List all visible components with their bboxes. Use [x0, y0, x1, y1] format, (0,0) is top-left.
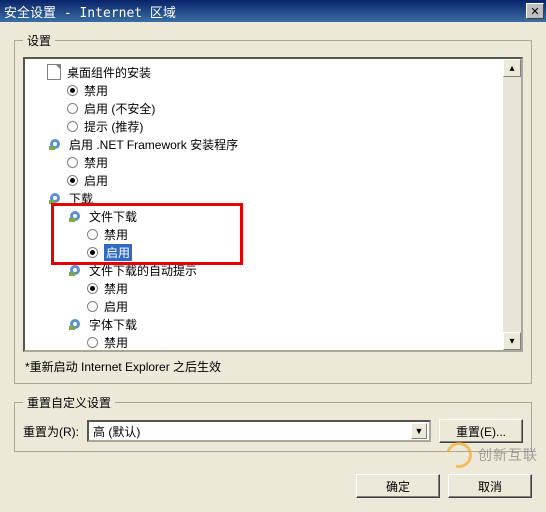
group-file-download: 文件下载: [27, 207, 501, 225]
radio-fd-disable[interactable]: 禁用: [27, 225, 501, 243]
reset-select[interactable]: 高 (默认) ▼: [87, 420, 431, 442]
gear-icon: [67, 208, 83, 224]
group-font-download: 字体下载: [27, 315, 501, 333]
group-desktop-install: 桌面组件的安装: [27, 63, 501, 81]
label-font-download: 字体下载: [89, 316, 137, 333]
label-net-framework: 启用 .NET Framework 安装程序: [69, 136, 238, 153]
title-bar: 安全设置 - Internet 区域 ✕: [0, 0, 546, 22]
reset-button[interactable]: 重置(E)...: [439, 419, 523, 443]
label-auto-prompt: 文件下载的自动提示: [89, 262, 197, 279]
radio-font-disable[interactable]: 禁用: [27, 333, 501, 350]
label-file-download: 文件下载: [89, 208, 137, 225]
radio-label: 禁用: [104, 280, 128, 297]
radio-icon: [87, 283, 98, 294]
scroll-down-button[interactable]: ▾: [503, 332, 521, 350]
close-button[interactable]: ✕: [526, 3, 544, 19]
gear-icon: [47, 190, 63, 206]
restart-note: *重新启动 Internet Explorer 之后生效: [23, 358, 523, 375]
radio-label: 禁用: [84, 82, 108, 99]
tree-content: 桌面组件的安装 禁用 启用 (不安全) 提示 (推荐): [25, 59, 503, 350]
scroll-up-button[interactable]: ▴: [503, 59, 521, 77]
gear-icon: [67, 262, 83, 278]
settings-legend: 设置: [23, 32, 55, 49]
reset-legend: 重置自定义设置: [23, 394, 115, 411]
radio-fd-enable[interactable]: 启用: [27, 243, 501, 261]
cancel-button[interactable]: 取消: [448, 474, 532, 498]
reset-select-value: 高 (默认): [93, 423, 411, 440]
reset-label: 重置为(R):: [23, 423, 79, 440]
radio-prompt[interactable]: 提示 (推荐): [27, 117, 501, 135]
page-icon: [47, 64, 61, 80]
ok-button[interactable]: 确定: [356, 474, 440, 498]
label-desktop-install: 桌面组件的安装: [67, 64, 151, 81]
radio-icon: [87, 337, 98, 348]
radio-icon: [87, 247, 98, 258]
settings-tree[interactable]: 桌面组件的安装 禁用 启用 (不安全) 提示 (推荐): [23, 57, 523, 352]
radio-icon: [67, 157, 78, 168]
radio-label-selected: 启用: [104, 244, 132, 261]
radio-label: 启用 (不安全): [84, 100, 155, 117]
group-net-framework: 启用 .NET Framework 安装程序: [27, 135, 501, 153]
radio-nf-enable[interactable]: 启用: [27, 171, 501, 189]
radio-icon: [87, 229, 98, 240]
window-title: 安全设置 - Internet 区域: [4, 2, 526, 21]
radio-icon: [67, 85, 78, 96]
group-auto-prompt: 文件下载的自动提示: [27, 261, 501, 279]
label-downloads: 下载: [69, 190, 93, 207]
radio-ap-disable[interactable]: 禁用: [27, 279, 501, 297]
radio-nf-disable[interactable]: 禁用: [27, 153, 501, 171]
gear-icon: [67, 316, 83, 332]
radio-label: 启用: [104, 298, 128, 315]
radio-label: 禁用: [104, 334, 128, 351]
radio-enable-unsafe[interactable]: 启用 (不安全): [27, 99, 501, 117]
radio-label: 提示 (推荐): [84, 118, 143, 135]
settings-group: 设置 桌面组件的安装 禁用 启用 (不安全): [14, 32, 532, 384]
radio-label: 启用: [84, 172, 108, 189]
radio-icon: [67, 121, 78, 132]
radio-label: 禁用: [84, 154, 108, 171]
window-body: 设置 桌面组件的安装 禁用 启用 (不安全): [0, 22, 546, 470]
reset-group: 重置自定义设置 重置为(R): 高 (默认) ▼ 重置(E)...: [14, 394, 532, 452]
radio-label: 禁用: [104, 226, 128, 243]
radio-disable[interactable]: 禁用: [27, 81, 501, 99]
gear-icon: [47, 136, 63, 152]
radio-icon: [87, 301, 98, 312]
group-downloads: 下载: [27, 189, 501, 207]
radio-ap-enable[interactable]: 启用: [27, 297, 501, 315]
dialog-buttons: 确定 取消: [0, 470, 546, 498]
radio-icon: [67, 103, 78, 114]
scroll-track[interactable]: [503, 77, 521, 332]
vertical-scrollbar[interactable]: ▴ ▾: [503, 59, 521, 350]
chevron-down-icon: ▼: [411, 423, 427, 439]
radio-icon: [67, 175, 78, 186]
